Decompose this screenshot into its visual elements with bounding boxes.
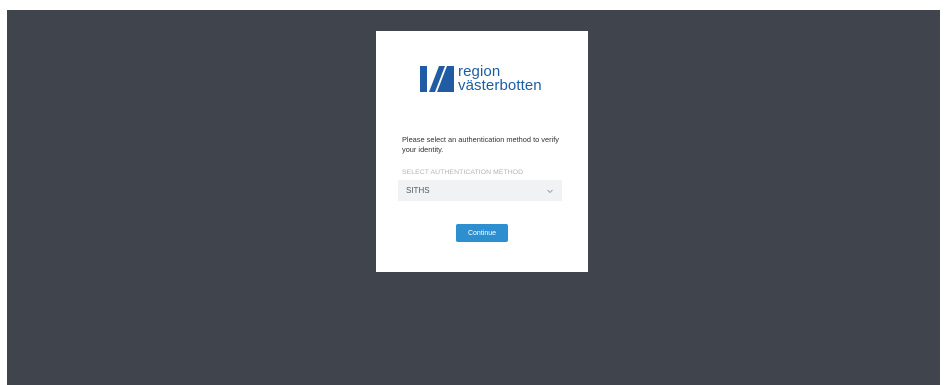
auth-method-label: SELECT AUTHENTICATION METHOD [402, 169, 524, 176]
logo-wordmark: region västerbotten [458, 64, 542, 94]
logo-mark-icon [420, 66, 454, 92]
logo-line-vasterbotten: västerbotten [458, 77, 542, 94]
auth-method-selected-value: SITHS [406, 186, 430, 195]
auth-method-select[interactable]: SITHS [398, 180, 562, 201]
auth-card: region västerbotten Please select an aut… [376, 31, 588, 272]
auth-instructions: Please select an authentication method t… [402, 135, 559, 154]
region-vasterbotten-logo: region västerbotten [420, 64, 542, 94]
chevron-down-icon [547, 189, 553, 193]
continue-button[interactable]: Continue [456, 224, 508, 242]
